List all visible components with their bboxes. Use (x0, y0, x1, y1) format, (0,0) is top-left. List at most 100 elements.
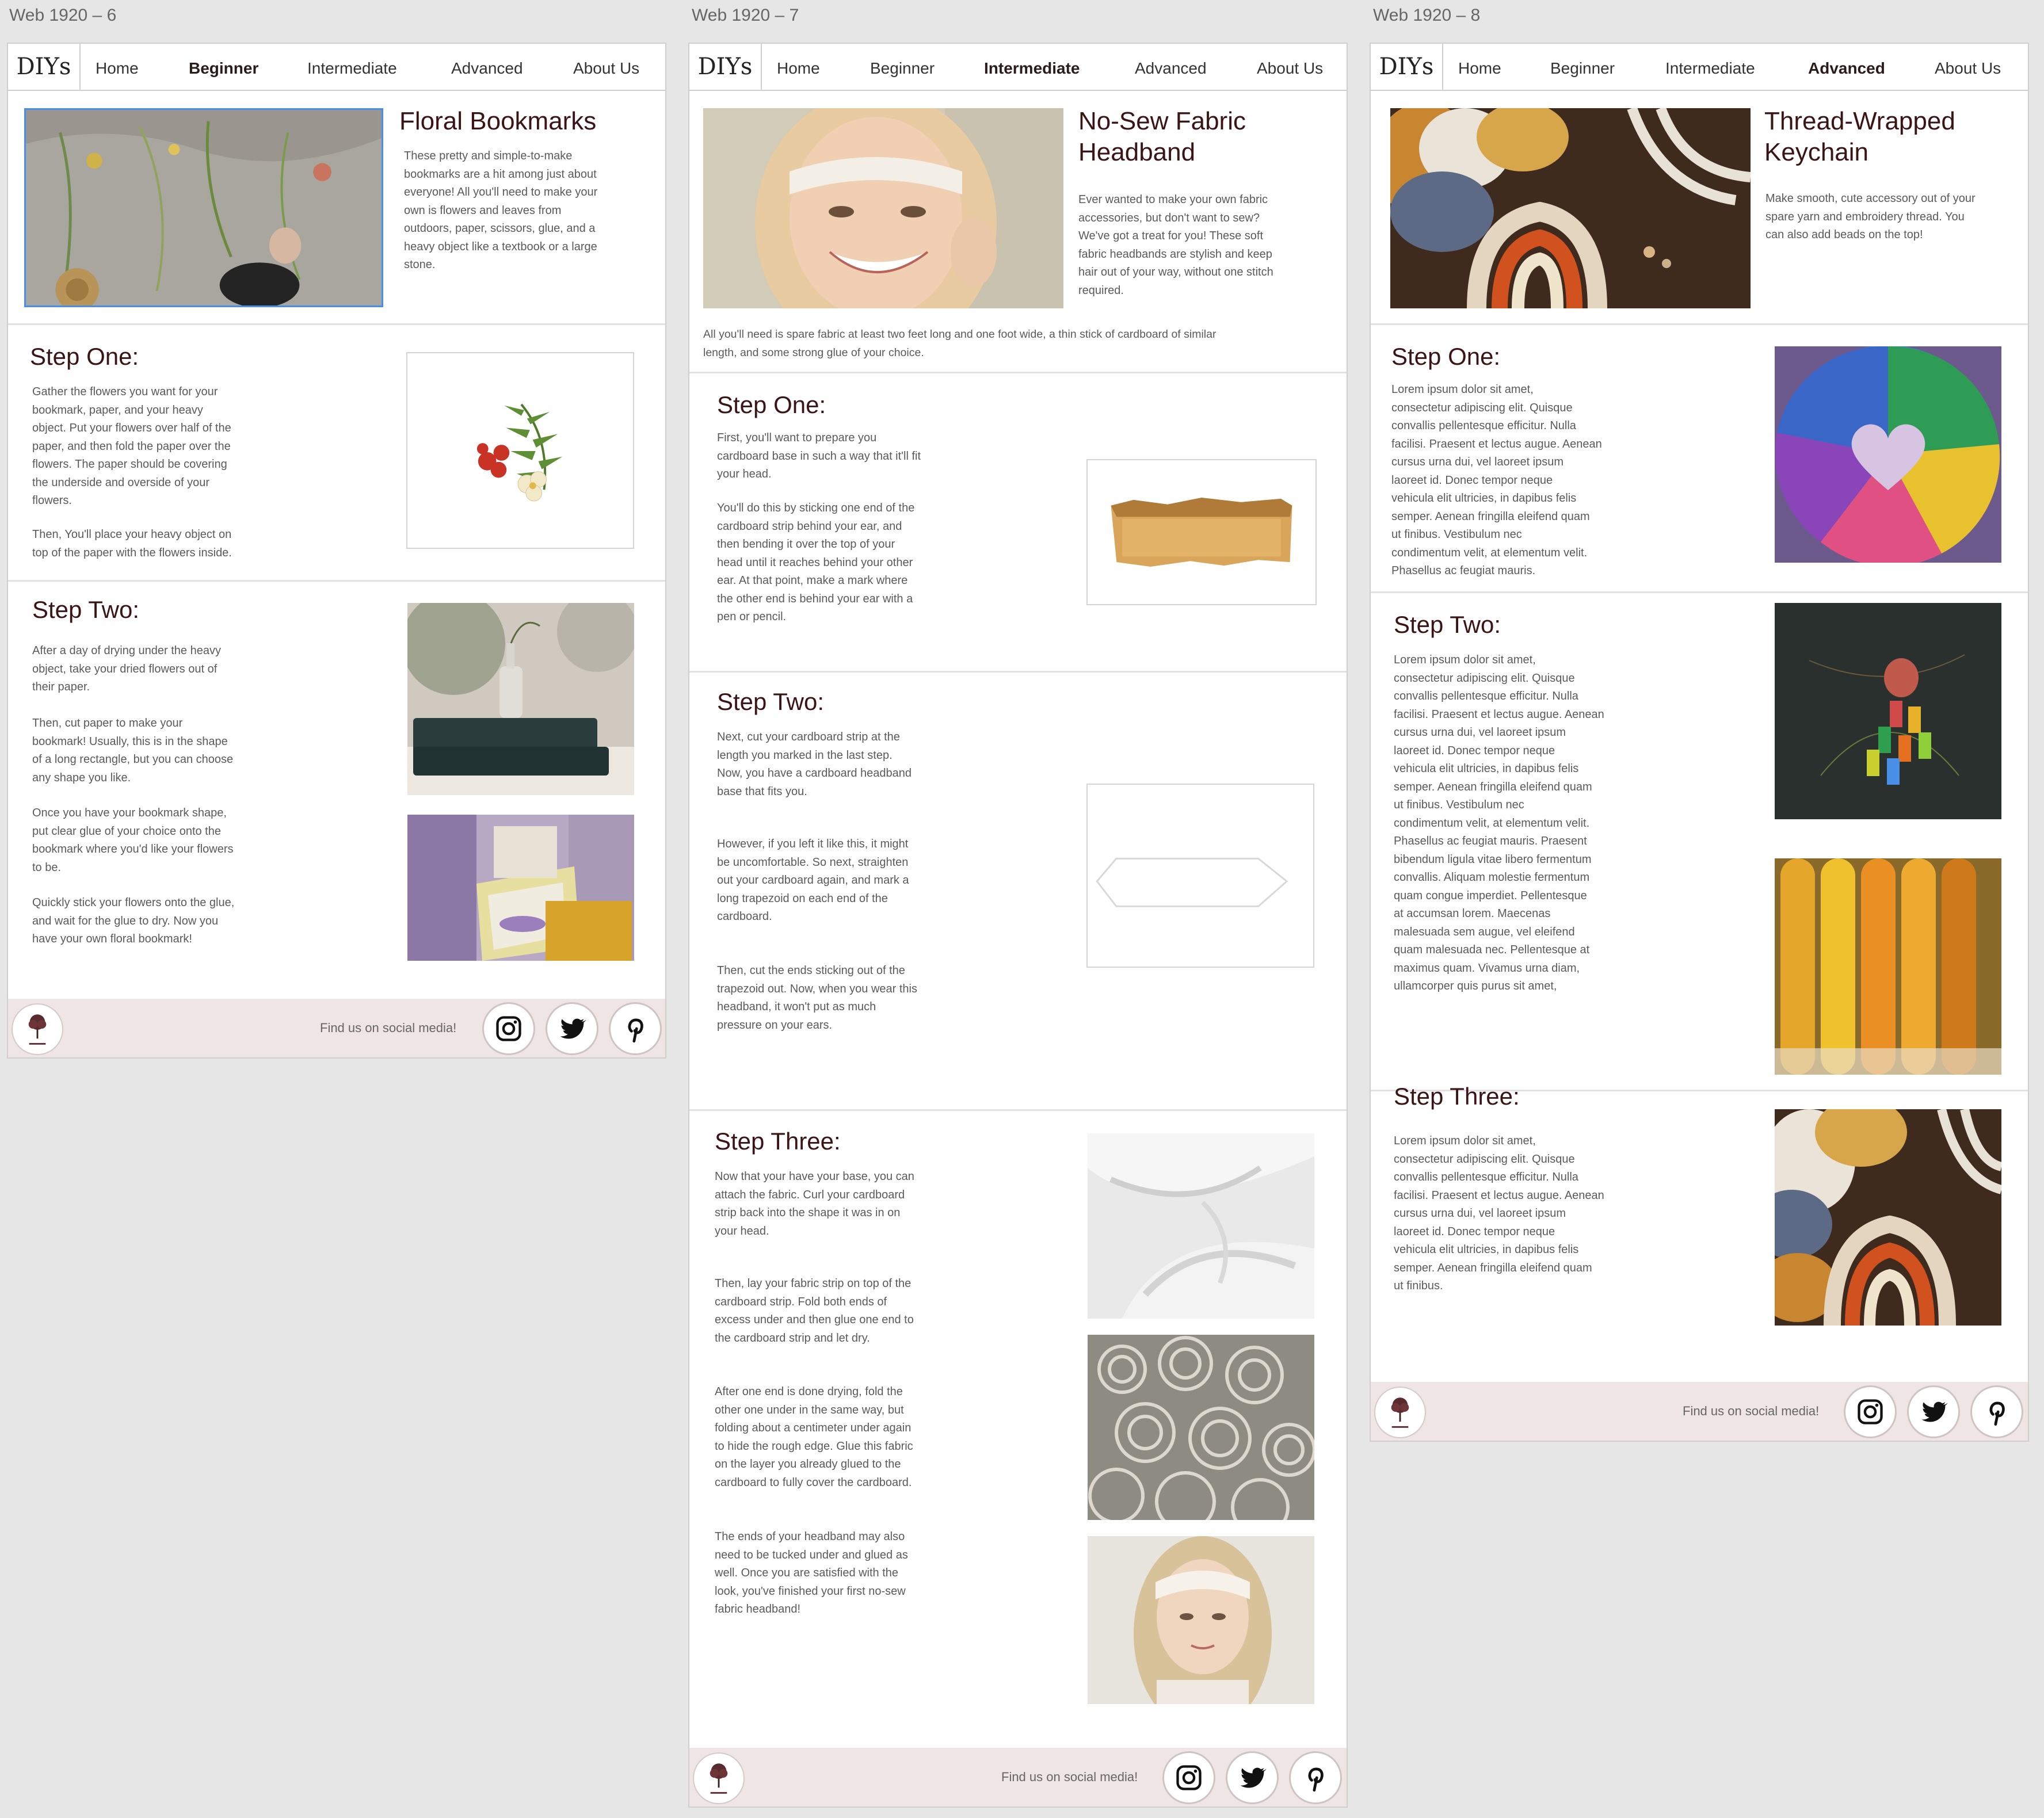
keychain-yarn-image (1775, 1109, 2001, 1326)
step-one-text-2: You'll do this by sticking one end of th… (717, 502, 915, 623)
nav-intermediate[interactable]: Intermediate (984, 44, 1080, 90)
divider (1371, 591, 2028, 593)
instagram-icon[interactable] (482, 1002, 535, 1055)
nav-beginner[interactable]: Beginner (870, 44, 935, 90)
step-one-title: Step One: (30, 343, 139, 370)
pinterest-icon[interactable] (609, 1002, 662, 1055)
footer: Find us on social media! (1371, 1382, 2028, 1441)
step-three-text-3: After one end is done drying, fold the o… (715, 1385, 913, 1489)
hero-title: Thread-Wrapped Keychain (1764, 106, 1955, 168)
hero-image-headband (703, 108, 1063, 308)
nav-intermediate[interactable]: Intermediate (1665, 44, 1755, 90)
step-three-title: Step Three: (1394, 1083, 1520, 1110)
step-one-text-1: First, you'll want to prepare you cardbo… (717, 431, 921, 480)
hero-title-line-2: Headband (1078, 138, 1196, 166)
step-two-text-3: Then, cut the ends sticking out of the t… (717, 964, 917, 1032)
site-logo[interactable]: DIYs (1371, 44, 1443, 90)
cardboard-strip-image (1086, 459, 1317, 605)
supplies-text: All you'll need is spare fabric at least… (703, 328, 1217, 359)
hero-image-keychain (1390, 108, 1751, 308)
hero-title-line-1: Thread-Wrapped (1764, 107, 1955, 135)
step-two-text-2: Then, cut paper to make your bookmark! U… (32, 717, 234, 784)
footer: Find us on social media! (689, 1748, 1347, 1806)
pinterest-icon[interactable] (1970, 1385, 2023, 1438)
artboard-title: Web 1920 – 7 (692, 6, 799, 25)
nav-home[interactable]: Home (1458, 44, 1501, 90)
nav-about-us[interactable]: About Us (1935, 44, 2001, 90)
step-two-text: Lorem ipsum dolor sit amet, consectetur … (1394, 654, 1604, 992)
hero-description: These pretty and simple-to-make bookmark… (404, 150, 598, 271)
step-one-title: Step One: (1391, 343, 1501, 370)
instagram-icon[interactable] (1162, 1751, 1215, 1804)
nav-advanced[interactable]: Advanced (1808, 44, 1885, 90)
step-three-text-2: Then, lay your fabric strip on top of th… (715, 1277, 914, 1345)
nav-about-us[interactable]: About Us (1257, 44, 1323, 90)
step-two-text-4: Quickly stick your flowers onto the glue… (32, 896, 235, 945)
trapezoid-diagram (1086, 784, 1314, 968)
artboard-beginner: DIYs Home Beginner Intermediate Advanced… (7, 43, 666, 1059)
divider (1371, 323, 2028, 325)
divider (689, 372, 1347, 373)
footer-logo[interactable] (12, 1003, 63, 1055)
step-two-text-2: However, if you left it like this, it mi… (717, 838, 909, 923)
yellow-yarn-image (1775, 858, 2001, 1075)
step-three-text: Lorem ipsum dolor sit amet, consectetur … (1394, 1135, 1604, 1292)
footer-social-text: Find us on social media! (1683, 1404, 1820, 1418)
site-logo[interactable]: DIYs (689, 44, 762, 90)
top-nav: DIYs Home Beginner Intermediate Advanced… (689, 44, 1347, 91)
step-two-text-3: Once you have your bookmark shape, put c… (32, 807, 234, 874)
hero-title-line-2: Keychain (1764, 138, 1869, 166)
footer-social-text: Find us on social media! (320, 1021, 457, 1035)
divider (689, 1109, 1347, 1111)
step-one-text: Lorem ipsum dolor sit amet, consectetur … (1391, 383, 1602, 577)
books-vase-image (407, 603, 634, 795)
step-two-text-1: Next, cut your cardboard strip at the le… (717, 731, 912, 798)
step-three-text-1: Now that your have your base, you can at… (715, 1170, 914, 1238)
nav-advanced[interactable]: Advanced (451, 44, 523, 90)
step-three-text-4: The ends of your headband may also need … (715, 1530, 908, 1615)
instagram-icon[interactable] (1844, 1385, 1897, 1438)
artboard-title: Web 1920 – 6 (9, 6, 117, 25)
nav-intermediate[interactable]: Intermediate (307, 44, 397, 90)
step-one-text: Gather the flowers you want for your boo… (32, 385, 231, 507)
site-logo[interactable]: DIYs (8, 44, 81, 90)
top-nav: DIYs Home Beginner Intermediate Advanced… (1371, 44, 2028, 91)
nav-home[interactable]: Home (777, 44, 820, 90)
step-two-title: Step Two: (32, 596, 140, 623)
footer-logo[interactable] (1374, 1387, 1426, 1438)
hero-title: No-Sew Fabric Headband (1078, 106, 1246, 168)
thread-heart-image (1775, 346, 2001, 563)
twitter-icon[interactable] (1907, 1385, 1960, 1438)
twitter-icon[interactable] (546, 1002, 598, 1055)
artboard-intermediate: DIYs Home Beginner Intermediate Advanced… (688, 43, 1348, 1808)
step-one-text-2: Then, You'll place your heavy object on … (32, 528, 232, 559)
top-nav: DIYs Home Beginner Intermediate Advanced… (8, 44, 665, 91)
hero-title-line-1: No-Sew Fabric (1078, 107, 1246, 135)
hero-description: Ever wanted to make your own fabric acce… (1078, 193, 1273, 297)
fabric-rolls-image (1088, 1335, 1314, 1520)
bookmark-reading-image (407, 815, 634, 961)
footer-social-text: Find us on social media! (1001, 1770, 1138, 1784)
twitter-icon[interactable] (1226, 1751, 1279, 1804)
pinterest-icon[interactable] (1289, 1751, 1342, 1804)
divider (689, 671, 1347, 673)
pressed-flower-image (406, 352, 634, 549)
footer: Find us on social media! (8, 999, 665, 1057)
woman-headband-image (1088, 1536, 1314, 1704)
white-fabric-image (1088, 1133, 1314, 1319)
nav-beginner[interactable]: Beginner (1550, 44, 1615, 90)
nav-advanced[interactable]: Advanced (1135, 44, 1207, 90)
divider (8, 323, 665, 325)
artboard-title: Web 1920 – 8 (1373, 6, 1481, 25)
artboard-advanced: DIYs Home Beginner Intermediate Advanced… (1370, 43, 2029, 1442)
footer-logo[interactable] (693, 1752, 745, 1804)
hero-description: Make smooth, cute accessory out of your … (1765, 192, 1976, 241)
step-two-title: Step Two: (1394, 611, 1501, 638)
step-two-title: Step Two: (717, 688, 825, 715)
divider (8, 580, 665, 582)
nav-home[interactable]: Home (96, 44, 139, 90)
step-three-title: Step Three: (715, 1128, 841, 1155)
nav-about-us[interactable]: About Us (573, 44, 639, 90)
nav-beginner[interactable]: Beginner (189, 44, 258, 90)
hero-title: Floral Bookmarks (399, 107, 597, 135)
